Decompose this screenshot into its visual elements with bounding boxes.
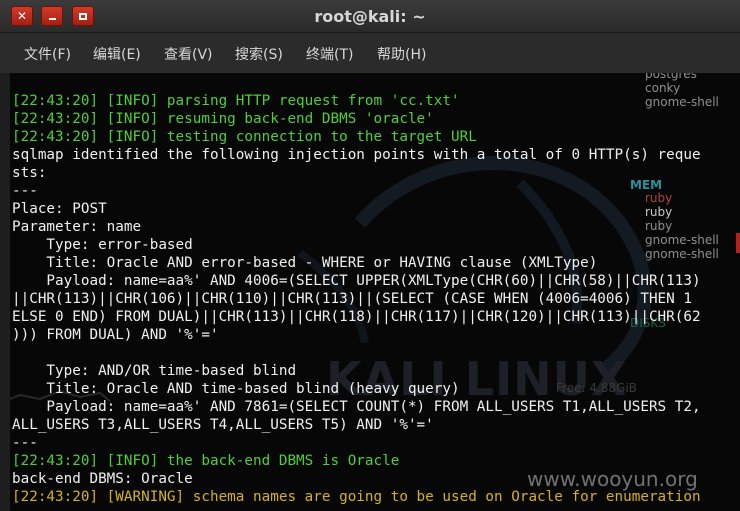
title-bar: ✕ root@kali: ~ — [0, 0, 740, 33]
terminal-text: [22:43:20] [INFO] parsing HTTP request f… — [12, 93, 460, 109]
terminal-text: Payload: name=aa%' AND 7861=(SELECT COUN… — [12, 399, 701, 415]
terminal-text: Title: Oracle AND time-based blind (heav… — [12, 381, 460, 397]
menu-help[interactable]: 帮助(H) — [377, 44, 426, 64]
terminal-line: --- — [12, 434, 740, 452]
terminal-line: Type: AND/OR time-based blind — [12, 362, 740, 380]
terminal-text: Payload: name=aa%' AND 4006=(SELECT UPPE… — [12, 273, 701, 289]
terminal-text: sts: — [12, 165, 47, 181]
terminal-text: sqlmap identified the following injectio… — [12, 147, 701, 163]
terminal-text: [22:43:20] [WARNING] schema names are go… — [12, 489, 701, 505]
terminal-line: Payload: name=aa%' AND 4006=(SELECT UPPE… — [12, 272, 740, 290]
terminal-text: Type: error-based — [12, 237, 193, 253]
left-edge — [0, 73, 10, 511]
terminal-line: [22:43:20] [INFO] parsing HTTP request f… — [12, 92, 740, 110]
terminal-text: [22:43:20] [INFO] the back-end DBMS is O… — [12, 453, 400, 469]
terminal-text: ELSE 0 END) FROM DUAL)||CHR(113)||CHR(11… — [12, 309, 701, 325]
terminal-line: Title: Oracle AND error-based - WHERE or… — [12, 254, 740, 272]
terminal-line: ||CHR(113)||CHR(106)||CHR(110)||CHR(113)… — [12, 290, 740, 308]
menu-view[interactable]: 查看(V) — [164, 44, 213, 64]
terminal-line: Title: Oracle AND time-based blind (heav… — [12, 380, 740, 398]
terminal-text: Parameter: name — [12, 219, 142, 235]
terminal-line: [22:43:20] [INFO] the back-end DBMS is O… — [12, 452, 740, 470]
menu-terminal[interactable]: 终端(T) — [306, 44, 353, 64]
terminal-text: ))) FROM DUAL) AND '%'=' — [12, 327, 219, 343]
terminal-line: sqlmap identified the following injectio… — [12, 146, 740, 164]
menu-edit[interactable]: 编辑(E) — [93, 44, 141, 64]
menu-bar: 文件(F) 编辑(E) 查看(V) 搜索(S) 终端(T) 帮助(H) — [0, 33, 740, 73]
terminal-area[interactable]: KALI LINUX postgres conky gnome-shell ME… — [0, 73, 740, 511]
terminal-line: [22:43:20] [INFO] resuming back-end DBMS… — [12, 110, 740, 128]
menu-file[interactable]: 文件(F) — [24, 44, 71, 64]
terminal-text: --- — [12, 435, 38, 451]
terminal-line: Type: error-based — [12, 236, 740, 254]
terminal-line: ALL_USERS T3,ALL_USERS T4,ALL_USERS T5) … — [12, 416, 740, 434]
terminal-line: --- — [12, 182, 740, 200]
terminal-line: [22:43:20] [WARNING] schema names are go… — [12, 488, 740, 506]
terminal-line: Parameter: name — [12, 218, 740, 236]
window-title: root@kali: ~ — [314, 7, 426, 26]
terminal-text: ||CHR(113)||CHR(106)||CHR(110)||CHR(113)… — [12, 291, 692, 307]
terminal-line: Payload: name=aa%' AND 7861=(SELECT COUN… — [12, 398, 740, 416]
terminal-text: ALL_USERS T3,ALL_USERS T4,ALL_USERS T5) … — [12, 417, 434, 433]
terminal-text: back-end DBMS: Oracle — [12, 471, 193, 487]
terminal-text: [22:43:20] [INFO] resuming back-end DBMS… — [12, 111, 434, 127]
terminal-line: back-end DBMS: Oracle — [12, 470, 740, 488]
terminal-text: Type: AND/OR time-based blind — [12, 363, 297, 379]
terminal-text: Place: POST — [12, 201, 107, 217]
terminal-text: --- — [12, 183, 38, 199]
terminal-text: [22:43:20] [INFO] testing connection to … — [12, 129, 477, 145]
terminal-line: ELSE 0 END) FROM DUAL)||CHR(113)||CHR(11… — [12, 308, 740, 326]
menu-search[interactable]: 搜索(S) — [235, 44, 283, 64]
terminal-text: Title: Oracle AND error-based - WHERE or… — [12, 255, 598, 271]
terminal-line: Place: POST — [12, 200, 740, 218]
terminal-line: sts: — [12, 164, 740, 182]
terminal-line: ))) FROM DUAL) AND '%'=' — [12, 326, 740, 344]
terminal-line: [22:43:20] [INFO] testing connection to … — [12, 128, 740, 146]
terminal-output: [22:43:20] [INFO] parsing HTTP request f… — [12, 92, 740, 506]
